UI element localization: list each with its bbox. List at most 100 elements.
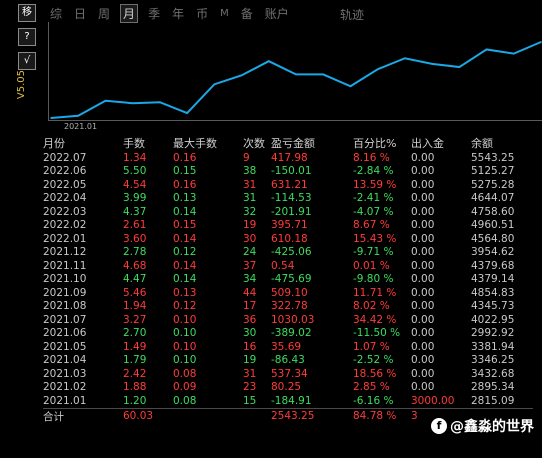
cell-pct: 18.56 % [353, 367, 397, 380]
tab-3[interactable]: 月 [120, 3, 139, 23]
tab-1[interactable]: 日 [72, 5, 88, 22]
column-header[interactable]: 余额 [471, 135, 533, 151]
cell-max: 0.09 [173, 381, 197, 394]
move-button[interactable]: 移 [18, 4, 36, 22]
data-point-2021.08 [240, 74, 243, 77]
table-row: 2021.07 3.27 0.10 36 1030.03 34.42 % 0.00 4022.… [43, 313, 533, 327]
cell-month: 2021.10 [43, 273, 87, 286]
cell-pct: -4.07 % [353, 205, 394, 218]
data-point-2021.12 [349, 85, 352, 88]
tab-2[interactable]: 周 [96, 5, 112, 22]
column-header[interactable]: 盈亏金额 [271, 135, 353, 151]
cell-pct: 0.01 % [353, 259, 390, 272]
cell-pct: -2.52 % [353, 354, 394, 367]
column-header[interactable]: 次数 [243, 135, 271, 151]
cell-pnl: 322.78 [271, 300, 308, 313]
data-point-2021.07 [213, 83, 216, 86]
column-header[interactable]: 百分比% [353, 135, 411, 151]
cell-flow: 0.00 [411, 165, 435, 178]
cell-month: 2021.02 [43, 381, 87, 394]
check-button[interactable]: √ [18, 52, 36, 70]
column-header[interactable]: 手数 [123, 135, 173, 151]
cell-balance: 4644.07 [471, 192, 515, 205]
cell-pnl: -389.02 [271, 327, 312, 340]
table-row: 2022.04 3.99 0.13 31 -114.53 -2.41 % 0.00 4644.… [43, 192, 533, 206]
column-header[interactable]: 月份 [43, 135, 123, 151]
cell-pnl: -184.91 [271, 394, 312, 407]
data-point-2021.05 [159, 101, 161, 104]
cell-max: 0.14 [173, 273, 197, 286]
cell-count: 19 [243, 219, 257, 232]
cell-count: 38 [243, 165, 257, 178]
cell-balance: 3346.25 [471, 354, 515, 367]
table-row: 2022.06 5.50 0.15 38 -150.01 -2.84 % 0.00 5125.… [43, 165, 533, 179]
cell-lots: 4.47 [123, 273, 147, 286]
cell-max: 0.16 [173, 151, 197, 164]
cell-count: 17 [243, 300, 257, 313]
cell-pct: 8.16 % [353, 151, 390, 164]
cell-month: 2021.12 [43, 246, 87, 259]
cell-balance: 4379.68 [471, 259, 515, 272]
tab-5[interactable]: 年 [170, 5, 186, 22]
cell-month: 2022.03 [43, 205, 87, 218]
cell-balance: 3954.62 [471, 246, 515, 259]
period-tabs: 综日周月季年币 M 备账户 [48, 3, 299, 23]
cell-count: 30 [243, 232, 257, 245]
cell-balance: 3432.68 [471, 367, 515, 380]
cell-flow: 0.00 [411, 192, 435, 205]
vertical-toolbar: 移 ? √ [18, 4, 38, 76]
cell-pct: -2.84 % [353, 165, 394, 178]
cell-lots: 4.54 [123, 178, 147, 191]
cell-month: 2022.04 [43, 192, 87, 205]
balance-series-line [50, 41, 542, 119]
cell-max: 0.14 [173, 259, 197, 272]
cell-max: 0.13 [173, 192, 197, 205]
cell-max: 0.15 [173, 165, 197, 178]
cell-month: 2021.03 [43, 367, 87, 380]
column-header[interactable]: 最大手数 [173, 135, 243, 151]
cell-month: 2021.06 [43, 327, 87, 340]
cell-flow: 0.00 [411, 367, 435, 380]
cell-flow: 0.00 [411, 273, 435, 286]
cell-month: 2022.02 [43, 219, 87, 232]
help-button[interactable]: ? [18, 28, 36, 46]
cell-count: 9 [243, 151, 250, 164]
cell-max [173, 407, 243, 424]
data-point-2022.01 [376, 68, 379, 71]
tab-7[interactable]: M [218, 8, 231, 19]
cell-max: 0.10 [173, 313, 197, 326]
table-row: 2021.02 1.88 0.09 23 80.25 2.85 % 0.00 2895.34 [43, 381, 533, 395]
cell-month: 2021.05 [43, 340, 87, 353]
data-point-2021.03 [104, 99, 107, 102]
cell-count: 31 [243, 192, 257, 205]
cell-flow: 3000.00 [411, 394, 455, 407]
data-point-2022.04 [458, 66, 461, 68]
cell-lots: 3.27 [123, 313, 147, 326]
cell-max: 0.12 [173, 246, 197, 259]
tab-9[interactable]: 账户 [263, 5, 291, 22]
track-tab[interactable]: 轨迹 [340, 6, 364, 23]
data-point-2022.05 [485, 48, 488, 51]
cell-count [243, 407, 271, 424]
tab-4[interactable]: 季 [146, 5, 162, 22]
cell-month: 2021.08 [43, 300, 87, 313]
cell-balance: 2895.34 [471, 381, 515, 394]
cell-pct: 34.42 % [353, 313, 397, 326]
cell-count: 16 [243, 340, 257, 353]
cell-count: 31 [243, 178, 257, 191]
data-point-2021.11 [322, 73, 325, 76]
tab-8[interactable]: 备 [239, 5, 255, 22]
cell-count: 30 [243, 327, 257, 340]
cell-pnl: 417.98 [271, 151, 308, 164]
cell-flow: 0.00 [411, 327, 435, 340]
table-row: 2022.02 2.61 0.15 19 395.71 8.67 % 0.00 4960.51 [43, 219, 533, 233]
cell-month: 2021.07 [43, 313, 87, 326]
cell-balance: 4758.60 [471, 205, 515, 218]
tab-6[interactable]: 币 [194, 5, 210, 22]
cell-balance: 2992.92 [471, 327, 515, 340]
tab-0[interactable]: 综 [48, 5, 64, 22]
column-header[interactable]: 出入金 [411, 135, 471, 151]
cell-max: 0.14 [173, 205, 197, 218]
cell-pnl: -201.91 [271, 205, 312, 218]
cell-max: 0.10 [173, 327, 197, 340]
